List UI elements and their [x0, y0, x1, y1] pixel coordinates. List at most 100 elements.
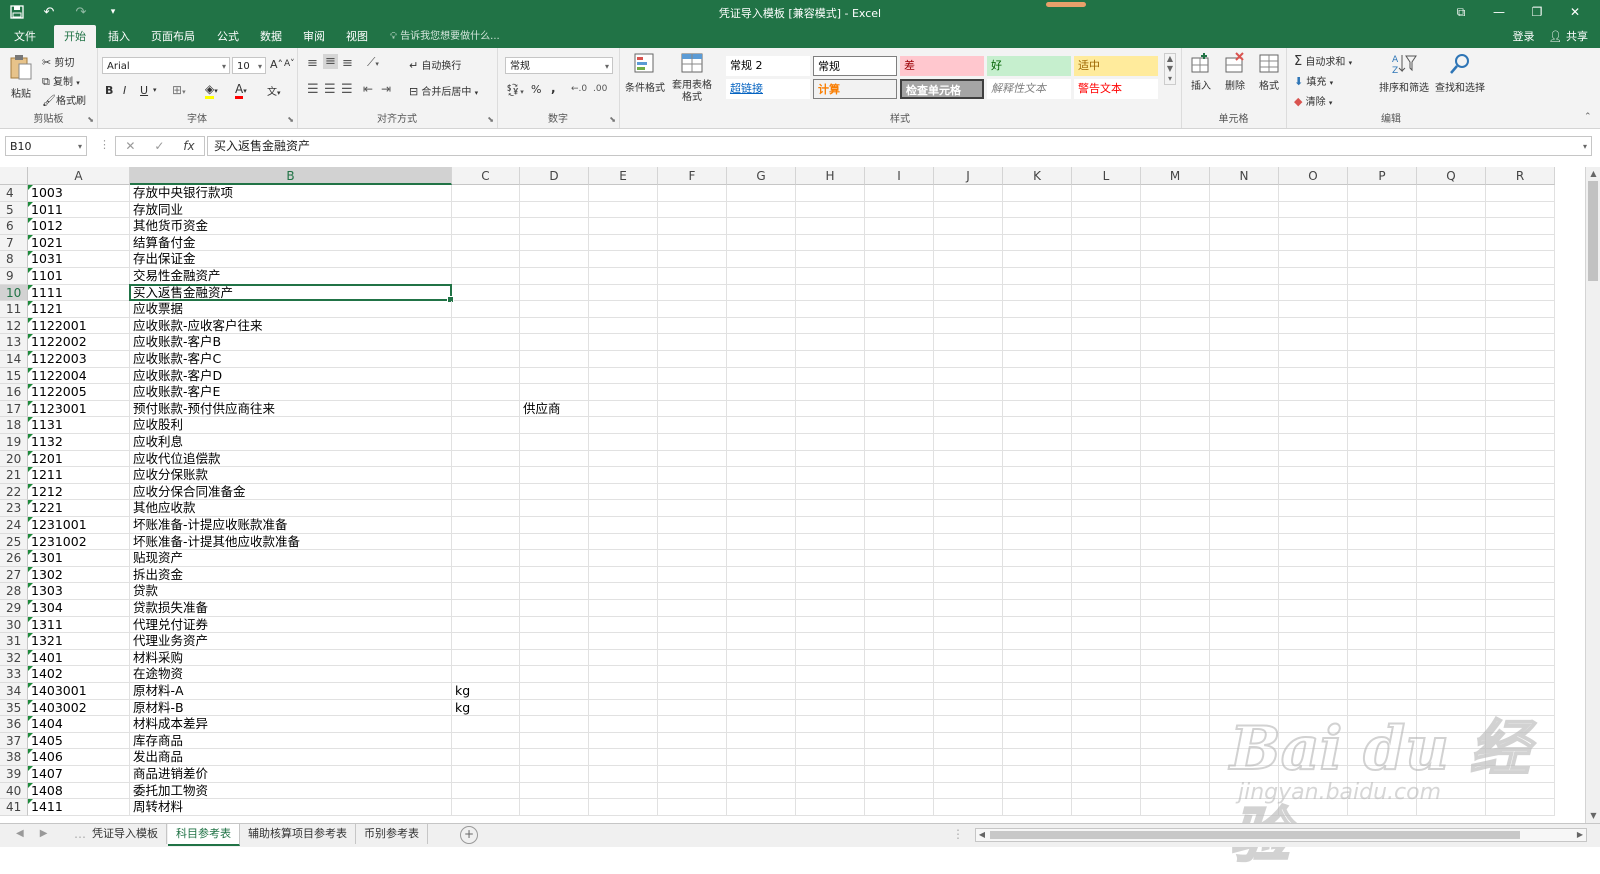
cell-empty[interactable] [1003, 517, 1072, 534]
increase-decimal-icon[interactable]: ←.0 [571, 84, 587, 94]
cell-c[interactable] [452, 616, 520, 634]
cell-empty[interactable] [865, 550, 934, 567]
cell-empty[interactable] [1003, 367, 1072, 385]
cell-b[interactable]: 材料成本差异 [130, 716, 452, 733]
cell-empty[interactable] [1279, 699, 1348, 717]
align-bottom-icon[interactable]: ≡ [342, 56, 353, 71]
cell-empty[interactable] [1348, 450, 1417, 468]
cell-empty[interactable] [796, 517, 865, 534]
decrease-decimal-icon[interactable]: .00 [593, 84, 607, 94]
cell-a[interactable]: 1131 [28, 417, 130, 434]
cell-a[interactable]: 1101 [28, 268, 130, 285]
cell-empty[interactable] [1003, 782, 1072, 800]
cell-empty[interactable] [1417, 234, 1486, 252]
cell-d[interactable] [520, 417, 589, 434]
column-header-g[interactable]: G [727, 167, 796, 185]
row-header[interactable]: 26 [0, 550, 28, 567]
tab-review[interactable]: 审阅 [297, 25, 331, 48]
cell-empty[interactable] [1003, 201, 1072, 219]
cell-empty[interactable] [1141, 500, 1210, 517]
cell-style-0[interactable]: 常规 2 [726, 56, 810, 76]
cell-empty[interactable] [1279, 799, 1348, 816]
column-header-n[interactable]: N [1210, 167, 1279, 185]
cell-empty[interactable] [1141, 467, 1210, 484]
cell-empty[interactable] [1210, 683, 1279, 700]
cell-b[interactable]: 库存商品 [130, 732, 452, 750]
cell-a[interactable]: 1221 [28, 500, 130, 517]
cell-empty[interactable] [589, 633, 658, 650]
cell-empty[interactable] [1210, 600, 1279, 617]
cell-empty[interactable] [796, 600, 865, 617]
cell-empty[interactable] [1003, 185, 1072, 202]
cell-c[interactable] [452, 600, 520, 617]
cell-empty[interactable] [865, 201, 934, 219]
phonetic-icon[interactable]: 文▾ [267, 83, 281, 98]
cell-empty[interactable] [658, 583, 727, 600]
cell-c[interactable] [452, 649, 520, 667]
cell-style-4[interactable]: 适中 [1074, 56, 1158, 76]
cell-empty[interactable] [1210, 766, 1279, 783]
cell-a[interactable]: 1021 [28, 234, 130, 252]
cell-empty[interactable] [658, 782, 727, 800]
merge-center-button[interactable]: ⊟ 合并后居中 ▾ [409, 83, 478, 98]
tell-me-box[interactable]: 💡︎ 告诉我您想要做什么... [390, 25, 500, 48]
cell-empty[interactable] [1003, 566, 1072, 584]
cell-c[interactable] [452, 782, 520, 800]
cell-empty[interactable] [934, 633, 1003, 650]
row-header[interactable]: 20 [0, 450, 28, 468]
cell-empty[interactable] [865, 417, 934, 434]
expand-formula-icon[interactable]: ▾ [1583, 137, 1587, 156]
row-header[interactable]: 16 [0, 384, 28, 401]
cell-empty[interactable] [1210, 699, 1279, 717]
cell-c[interactable] [452, 201, 520, 219]
cell-empty[interactable] [658, 749, 727, 766]
cell-empty[interactable] [1072, 450, 1141, 468]
cell-empty[interactable] [727, 766, 796, 783]
cell-empty[interactable] [934, 583, 1003, 600]
row-header[interactable]: 33 [0, 666, 28, 683]
cell-empty[interactable] [1003, 633, 1072, 650]
cell-empty[interactable] [934, 500, 1003, 517]
cell-d[interactable] [520, 483, 589, 501]
cell-empty[interactable] [796, 268, 865, 285]
cell-empty[interactable] [796, 334, 865, 351]
cell-empty[interactable] [1003, 766, 1072, 783]
cell-empty[interactable] [1141, 566, 1210, 584]
cell-empty[interactable] [1348, 616, 1417, 634]
sheet-tab-currency-reference[interactable]: 币别参考表 [356, 824, 428, 844]
font-size-select[interactable]: 10 ▾ [232, 57, 266, 74]
cell-d[interactable] [520, 367, 589, 385]
cell-empty[interactable] [1417, 201, 1486, 219]
cell-empty[interactable] [1141, 317, 1210, 335]
cell-c[interactable] [452, 517, 520, 534]
column-header-l[interactable]: L [1072, 167, 1141, 185]
cell-empty[interactable] [865, 351, 934, 368]
cell-empty[interactable] [727, 400, 796, 418]
cell-empty[interactable] [1486, 251, 1555, 268]
cell-empty[interactable] [1348, 550, 1417, 567]
cell-empty[interactable] [1210, 666, 1279, 683]
cell-empty[interactable] [1279, 218, 1348, 235]
cell-empty[interactable] [1072, 716, 1141, 733]
row-header[interactable]: 30 [0, 616, 28, 634]
cell-empty[interactable] [1072, 334, 1141, 351]
cell-empty[interactable] [589, 782, 658, 800]
cell-empty[interactable] [1417, 251, 1486, 268]
bold-button[interactable]: B [105, 84, 113, 97]
cell-empty[interactable] [1279, 766, 1348, 783]
cell-empty[interactable] [589, 500, 658, 517]
cell-empty[interactable] [1072, 616, 1141, 634]
cell-c[interactable] [452, 533, 520, 551]
row-header[interactable]: 4 [0, 185, 28, 202]
cell-empty[interactable] [865, 633, 934, 650]
cell-empty[interactable] [865, 284, 934, 302]
cell-empty[interactable] [1072, 218, 1141, 235]
cell-c[interactable] [452, 434, 520, 451]
cell-a[interactable]: 1311 [28, 616, 130, 634]
cell-empty[interactable] [589, 351, 658, 368]
cell-empty[interactable] [1210, 483, 1279, 501]
cell-b[interactable]: 应收账款-客户D [130, 367, 452, 385]
cell-empty[interactable] [589, 683, 658, 700]
cell-d[interactable] [520, 251, 589, 268]
row-header[interactable]: 7 [0, 234, 28, 252]
